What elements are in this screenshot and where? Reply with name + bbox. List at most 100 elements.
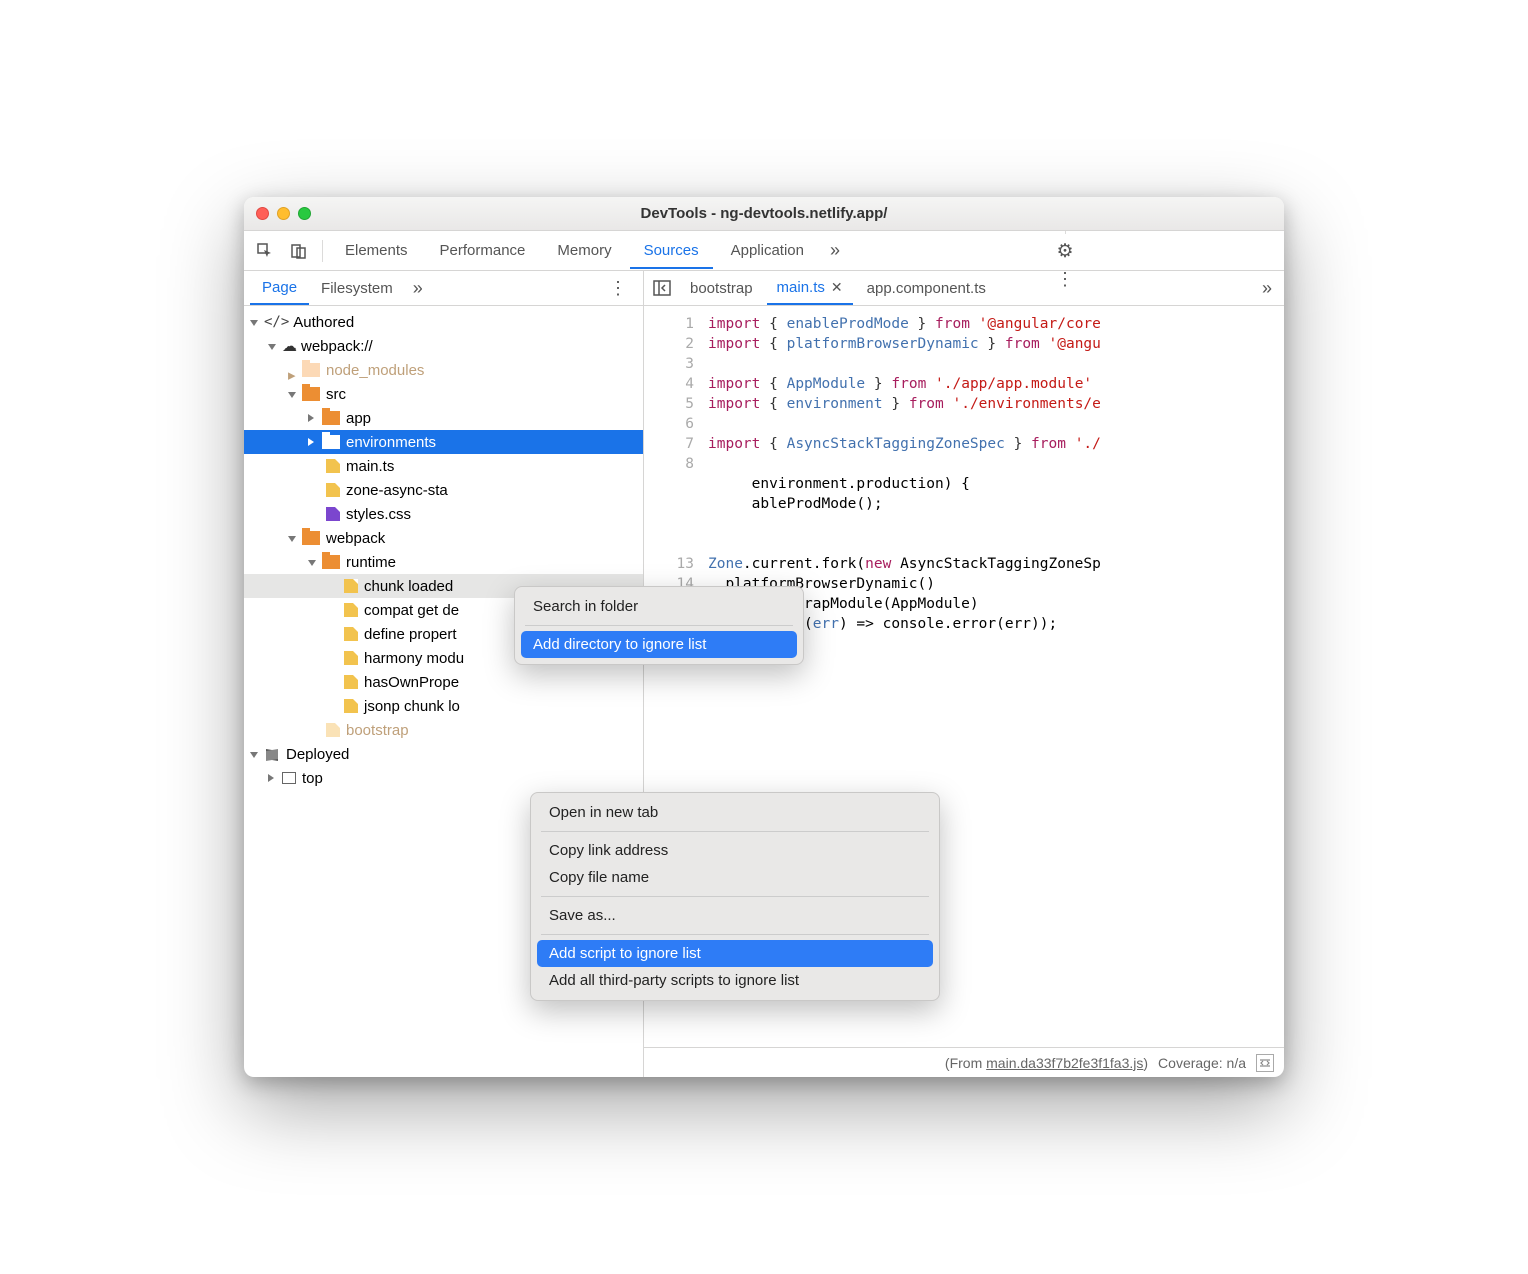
tree-webpack[interactable]: webpack — [244, 526, 643, 550]
tree-label: jsonp chunk lo — [364, 698, 460, 715]
coverage-label: Coverage: n/a — [1158, 1055, 1246, 1071]
subtab-filesystem[interactable]: Filesystem — [309, 273, 405, 304]
devtools-window: DevTools - ng-devtools.netlify.app/ Elem… — [244, 197, 1284, 1077]
device-toolbar-icon[interactable] — [284, 236, 314, 266]
js-file-icon — [344, 699, 358, 713]
tree-label: environments — [346, 434, 436, 451]
tree-top[interactable]: top — [244, 766, 643, 790]
filetab-bootstrap[interactable]: bootstrap — [680, 273, 763, 304]
chevron-down-icon — [250, 748, 262, 760]
inspect-element-icon[interactable] — [250, 236, 280, 266]
tree-webpack-scheme[interactable]: ☁ webpack:// — [244, 334, 643, 358]
tree-authored[interactable]: </> Authored — [244, 310, 643, 334]
tree-main-ts[interactable]: main.ts — [244, 454, 643, 478]
from-sourcemap: (From main.da33f7b2fe3f1fa3.js) — [945, 1055, 1148, 1071]
js-file-icon — [344, 651, 358, 665]
tree-app[interactable]: app — [244, 406, 643, 430]
editor-statusbar: (From main.da33f7b2fe3f1fa3.js) Coverage… — [644, 1047, 1284, 1077]
chevron-down-icon — [250, 316, 262, 328]
js-file-icon — [344, 627, 358, 641]
folder-icon — [322, 435, 340, 449]
tree-jsonp[interactable]: jsonp chunk lo — [244, 694, 643, 718]
settings-gear-icon[interactable]: ⚙ — [1056, 240, 1073, 263]
filetab-app-component[interactable]: app.component.ts — [857, 273, 996, 304]
tabs-overflow-icon[interactable]: » — [822, 240, 848, 261]
tree-label: Deployed — [286, 746, 349, 763]
tree-node-modules[interactable]: ▸ node_modules — [244, 358, 643, 382]
cloud-icon: ☁ — [282, 337, 297, 355]
folder-icon — [302, 363, 320, 377]
ctx-open-new-tab[interactable]: Open in new tab — [537, 799, 933, 826]
tree-label: node_modules — [326, 362, 424, 379]
tree-runtime[interactable]: runtime — [244, 550, 643, 574]
chevron-right-icon — [308, 412, 320, 424]
menu-divider — [541, 934, 929, 935]
file-tabs: bootstrap main.ts ✕ app.component.ts » — [644, 271, 1284, 306]
package-icon — [264, 747, 280, 761]
tree-label: harmony modu — [364, 650, 464, 667]
frame-icon — [282, 772, 296, 784]
tab-performance[interactable]: Performance — [426, 234, 540, 267]
menu-divider — [525, 625, 793, 626]
separator — [322, 240, 323, 262]
js-file-icon — [344, 675, 358, 689]
window-title: DevTools - ng-devtools.netlify.app/ — [244, 205, 1284, 222]
tree-hasown[interactable]: hasOwnPrope — [244, 670, 643, 694]
tab-sources[interactable]: Sources — [630, 234, 713, 269]
tab-application[interactable]: Application — [717, 234, 818, 267]
pretty-print-icon[interactable] — [1256, 1054, 1274, 1072]
tab-elements[interactable]: Elements — [331, 234, 422, 267]
chevron-right-icon — [268, 772, 280, 784]
folder-open-icon — [302, 387, 320, 401]
tree-zone-async[interactable]: zone-async-sta — [244, 478, 643, 502]
titlebar: DevTools - ng-devtools.netlify.app/ — [244, 197, 1284, 231]
tree-src[interactable]: src — [244, 382, 643, 406]
ctx-search-in-folder[interactable]: Search in folder — [521, 593, 797, 620]
navigator-more-icon[interactable]: ⋮ — [599, 278, 637, 299]
css-file-icon — [326, 507, 340, 521]
subtab-page[interactable]: Page — [250, 272, 309, 305]
navigator-subtabs: Page Filesystem » ⋮ — [244, 271, 643, 306]
js-file-icon — [344, 579, 358, 593]
ctx-add-script-ignore[interactable]: Add script to ignore list — [537, 940, 933, 967]
tree-label: compat get de — [364, 602, 459, 619]
tree-label: hasOwnPrope — [364, 674, 459, 691]
js-file-icon — [326, 483, 340, 497]
folder-icon — [322, 411, 340, 425]
folder-open-icon — [302, 531, 320, 545]
subtabs-overflow-icon[interactable]: » — [405, 278, 431, 299]
tree-label: webpack — [326, 530, 385, 547]
filetab-main-ts[interactable]: main.ts ✕ — [767, 272, 853, 305]
tree-label: webpack:// — [301, 338, 373, 355]
close-tab-icon[interactable]: ✕ — [831, 279, 843, 296]
filetab-label: app.component.ts — [867, 280, 986, 297]
tree-label: define propert — [364, 626, 457, 643]
tab-memory[interactable]: Memory — [543, 234, 625, 267]
js-file-icon — [326, 723, 340, 737]
ctx-add-directory-ignore[interactable]: Add directory to ignore list — [521, 631, 797, 658]
ctx-add-third-party-ignore[interactable]: Add all third-party scripts to ignore li… — [537, 967, 933, 994]
chevron-down-icon — [288, 388, 300, 400]
tree-label: zone-async-sta — [346, 482, 448, 499]
tree-bootstrap-file[interactable]: bootstrap — [244, 718, 643, 742]
tree-deployed[interactable]: Deployed — [244, 742, 643, 766]
ctx-save-as[interactable]: Save as... — [537, 902, 933, 929]
filetabs-overflow-icon[interactable]: » — [1254, 278, 1280, 299]
tree-label: src — [326, 386, 346, 403]
chevron-down-icon — [288, 532, 300, 544]
tree-styles-css[interactable]: styles.css — [244, 502, 643, 526]
js-file-icon — [326, 459, 340, 473]
nav-panel-icon[interactable] — [648, 274, 676, 302]
filetab-label: main.ts — [777, 279, 825, 296]
ctx-copy-link[interactable]: Copy link address — [537, 837, 933, 864]
sourcemap-link[interactable]: main.da33f7b2fe3f1fa3.js — [986, 1055, 1143, 1071]
chevron-right-icon: ▸ — [288, 364, 300, 376]
tree-environments[interactable]: environments — [244, 430, 643, 454]
tree-label: styles.css — [346, 506, 411, 523]
folder-open-icon — [322, 555, 340, 569]
ctx-copy-file-name[interactable]: Copy file name — [537, 864, 933, 891]
chevron-down-icon — [268, 340, 280, 352]
menu-divider — [541, 831, 929, 832]
tree-label: bootstrap — [346, 722, 409, 739]
tree-label: top — [302, 770, 323, 787]
